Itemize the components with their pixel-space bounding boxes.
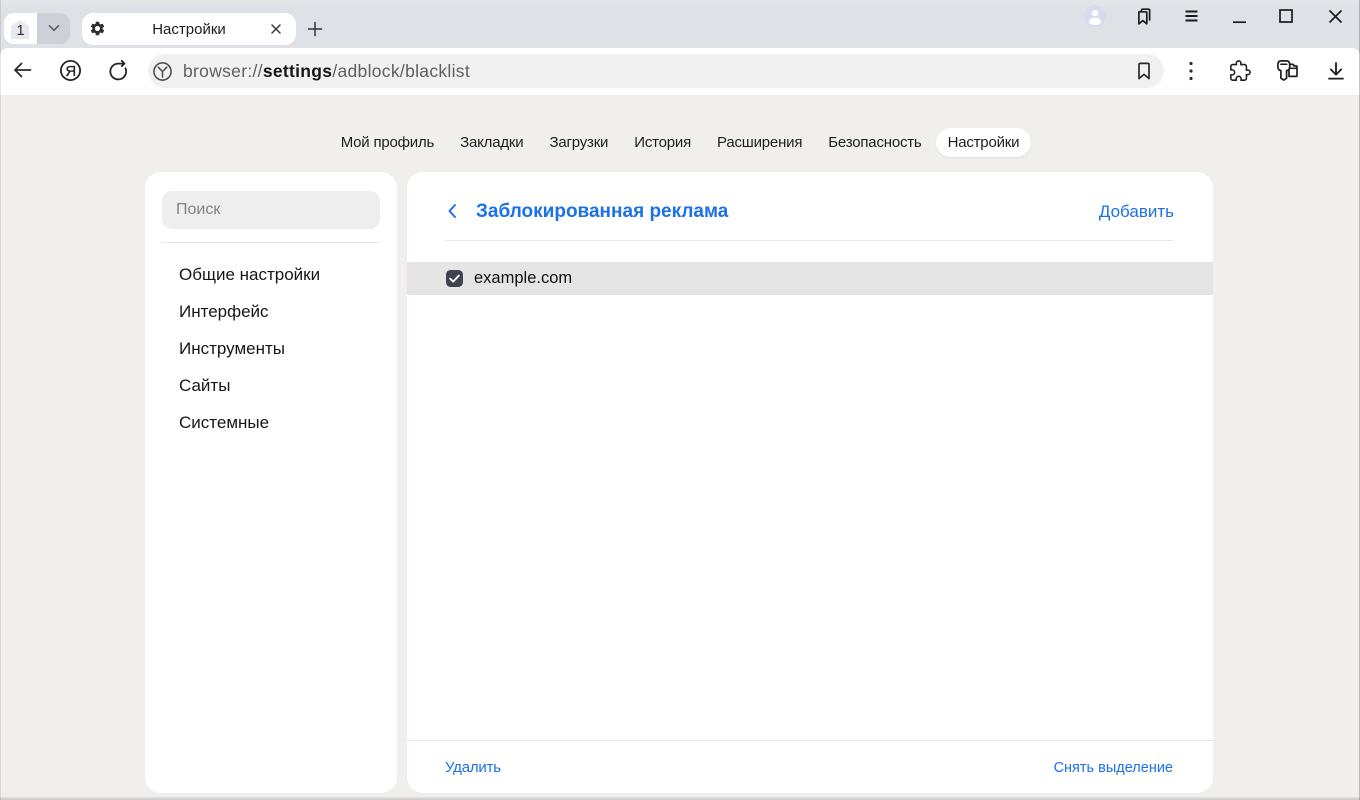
svg-text:Я: Я [65, 63, 76, 80]
